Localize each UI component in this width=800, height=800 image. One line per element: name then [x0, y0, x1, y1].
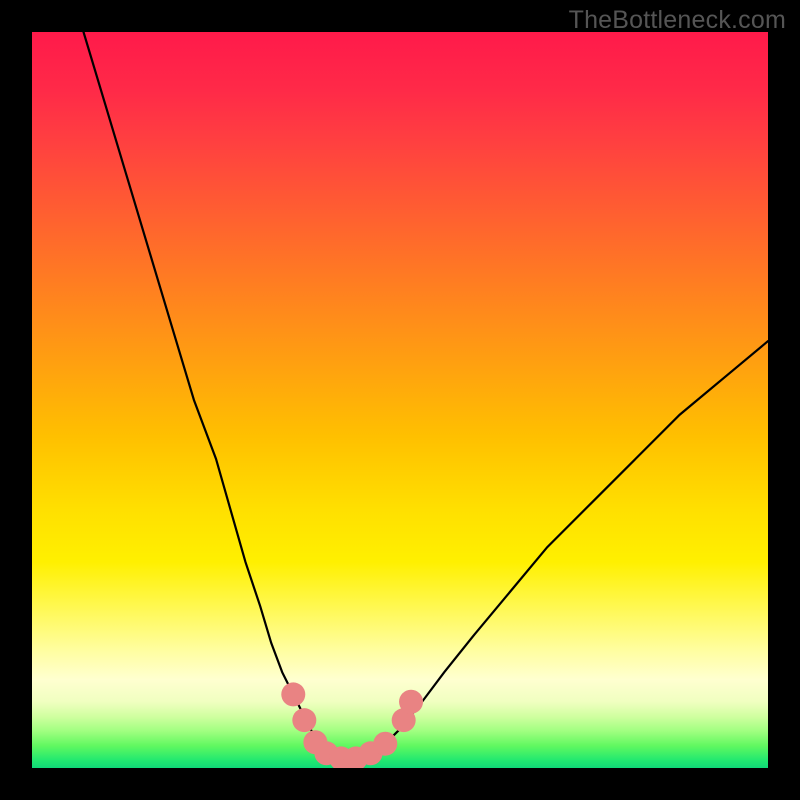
data-marker — [373, 732, 397, 756]
data-marker — [292, 708, 316, 732]
chart-container: TheBottleneck.com — [0, 0, 800, 800]
data-marker — [281, 682, 305, 706]
left-curve — [84, 32, 342, 761]
watermark-text: TheBottleneck.com — [569, 6, 786, 35]
plot-area — [32, 32, 768, 768]
markers-group — [281, 682, 423, 768]
data-marker — [399, 690, 423, 714]
chart-svg — [32, 32, 768, 768]
